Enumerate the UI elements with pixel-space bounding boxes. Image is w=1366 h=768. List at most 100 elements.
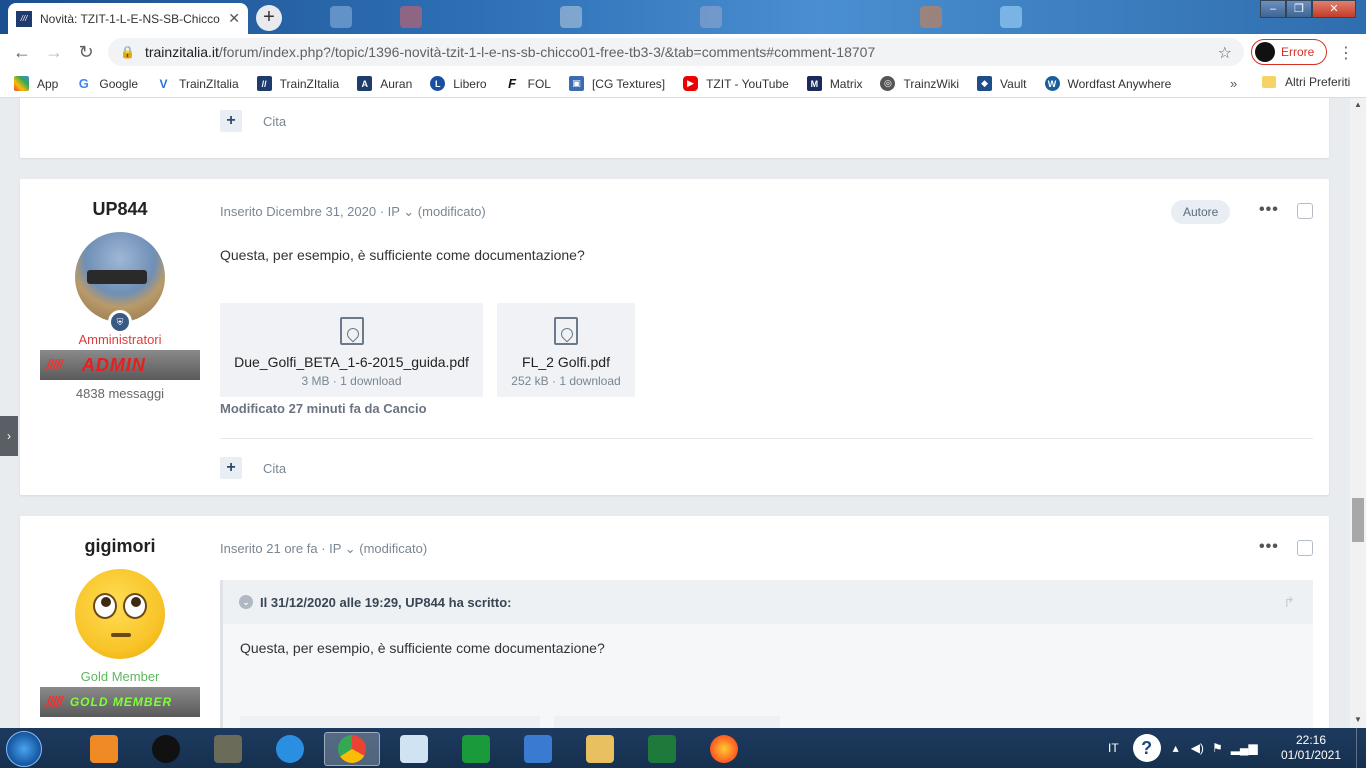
bookmark-trainzitalia-2[interactable]: // TrainZItalia bbox=[256, 76, 339, 91]
scroll-up-icon[interactable]: ▲ bbox=[1354, 100, 1362, 109]
libero-icon: L bbox=[430, 76, 446, 91]
quote-label[interactable]: Cita bbox=[263, 461, 286, 476]
hp-icon[interactable] bbox=[138, 732, 194, 766]
close-icon[interactable]: ✕ bbox=[228, 10, 240, 27]
divider bbox=[220, 438, 1313, 439]
quoted-attachment[interactable] bbox=[240, 716, 540, 728]
bookmark-trainzitalia[interactable]: V TrainZItalia bbox=[156, 76, 239, 91]
chevron-up-icon[interactable]: ▴ bbox=[1173, 741, 1179, 755]
start-button[interactable] bbox=[6, 731, 42, 767]
rank-image: /////ADMIN bbox=[40, 350, 200, 380]
taskbar: IT ? ▴ ◀) ⚑ ▂▄▆ 22:16 01/01/2021 bbox=[0, 728, 1366, 768]
post-meta[interactable]: Inserito 21 ore fa · IP ⌄ (modificato) bbox=[220, 541, 427, 557]
previous-post-card: + Cita bbox=[20, 98, 1329, 158]
apps-grid-icon bbox=[14, 76, 29, 91]
attachment[interactable]: FL_2 Golfi.pdf 252 kB · 1 download bbox=[497, 303, 635, 397]
cube-icon: ▣ bbox=[568, 76, 584, 91]
more-bookmarks-button[interactable]: » bbox=[1230, 76, 1237, 91]
select-post-checkbox[interactable] bbox=[1297, 203, 1313, 219]
share-arrow-icon[interactable]: ↱ bbox=[1283, 594, 1295, 611]
transfer-icon[interactable] bbox=[634, 732, 690, 766]
author-panel: UP844 ⛨ Amministratori /////ADMIN 4838 m… bbox=[20, 199, 220, 401]
maximize-button[interactable]: ❐ bbox=[1286, 0, 1312, 18]
avatar bbox=[1255, 42, 1275, 62]
desktop-icon bbox=[560, 6, 582, 28]
address-bar[interactable]: 🔒 trainzitalia.it/forum/index.php?/topic… bbox=[108, 38, 1244, 66]
bookmark-matrix[interactable]: M Matrix bbox=[806, 76, 863, 91]
bookmark-star-icon[interactable]: ☆ bbox=[1218, 43, 1232, 63]
plus-icon[interactable]: + bbox=[220, 457, 242, 479]
more-options-icon[interactable]: ••• bbox=[1259, 201, 1279, 219]
bookmark-wordfast[interactable]: W Wordfast Anywhere bbox=[1044, 76, 1171, 91]
media-player-icon[interactable] bbox=[76, 732, 132, 766]
bookmark-vault[interactable]: ◆ Vault bbox=[977, 76, 1027, 91]
avatar[interactable]: ⛨ bbox=[75, 232, 165, 334]
help-icon[interactable]: ? bbox=[1132, 734, 1161, 762]
profile-error-button[interactable]: Errore bbox=[1251, 39, 1327, 65]
bookmark-youtube[interactable]: ▶ TZIT - YouTube bbox=[683, 76, 789, 91]
feather-icon[interactable] bbox=[510, 732, 566, 766]
internet-explorer-icon[interactable] bbox=[262, 732, 318, 766]
bookmark-libero[interactable]: L Libero bbox=[430, 76, 487, 91]
attachment[interactable]: Due_Golfi_BETA_1-6-2015_guida.pdf 3 MB ·… bbox=[220, 303, 483, 397]
new-tab-button[interactable]: + bbox=[256, 5, 282, 31]
profile-status: Errore bbox=[1281, 45, 1315, 59]
bookmark-google[interactable]: G Google bbox=[76, 76, 138, 91]
scroll-thumb[interactable] bbox=[1352, 498, 1364, 542]
author-name[interactable]: UP844 bbox=[20, 199, 220, 220]
avatar[interactable] bbox=[75, 569, 165, 659]
browser-tab[interactable]: /// Novità: TZIT-1-L-E-NS-SB-Chicco ✕ bbox=[8, 3, 248, 34]
author-name[interactable]: gigimori bbox=[20, 536, 220, 557]
bookmark-cg-textures[interactable]: ▣ [CG Textures] bbox=[568, 76, 665, 91]
author-panel: gigimori Gold Member /////GOLD MEMBER bbox=[20, 536, 220, 717]
quote-action[interactable]: + Cita bbox=[220, 110, 286, 132]
bookmark-fol[interactable]: F FOL bbox=[505, 76, 551, 91]
lock-icon[interactable]: 🔒 bbox=[120, 45, 135, 59]
notes-icon[interactable] bbox=[386, 732, 442, 766]
quote-label[interactable]: Cita bbox=[263, 114, 286, 129]
language-indicator[interactable]: IT bbox=[1108, 741, 1119, 755]
trainzitalia-favicon-icon: /// bbox=[16, 10, 32, 27]
bookmark-label: Google bbox=[99, 76, 139, 91]
bookmark-label: FOL bbox=[527, 76, 551, 91]
post-meta[interactable]: Inserito Dicembre 31, 2020 · IP ⌄ (modif… bbox=[220, 204, 486, 220]
bookmark-apps[interactable]: App bbox=[14, 76, 58, 91]
flag-icon[interactable]: ⚑ bbox=[1212, 741, 1223, 755]
bookmark-trainzwiki[interactable]: ◎ TrainzWiki bbox=[880, 76, 959, 91]
more-options-icon[interactable]: ••• bbox=[1259, 538, 1279, 556]
plus-icon[interactable]: + bbox=[220, 110, 242, 132]
chevron-down-icon[interactable]: ⌄ bbox=[239, 595, 253, 609]
back-button[interactable]: ← bbox=[6, 42, 38, 63]
quoted-post: ⌄ Il 31/12/2020 alle 19:29, UP844 ha scr… bbox=[220, 580, 1313, 728]
bookmark-label: Matrix bbox=[829, 76, 863, 91]
chrome-icon[interactable] bbox=[324, 732, 380, 766]
select-post-checkbox[interactable] bbox=[1297, 540, 1313, 556]
menu-icon[interactable]: ⋮ bbox=[1338, 43, 1354, 63]
quote-action[interactable]: + Cita bbox=[220, 457, 286, 479]
scroll-down-icon[interactable]: ▼ bbox=[1354, 715, 1362, 724]
page-scrollbar[interactable]: ▲ ▼ bbox=[1350, 98, 1366, 728]
desktop-icon bbox=[400, 6, 422, 28]
reload-button[interactable]: ↻ bbox=[70, 42, 102, 63]
firefox-icon[interactable] bbox=[696, 732, 752, 766]
show-desktop-button[interactable] bbox=[1356, 728, 1366, 768]
bookmark-label: Libero bbox=[453, 76, 487, 91]
other-bookmarks[interactable]: Altri Preferiti bbox=[1262, 75, 1350, 89]
far-manager-icon[interactable] bbox=[448, 732, 504, 766]
minimize-button[interactable]: – bbox=[1260, 0, 1286, 18]
eye-icon bbox=[123, 593, 147, 619]
bookmark-label: Vault bbox=[1000, 76, 1027, 91]
post-text: Questa, per esempio, è sufficiente come … bbox=[220, 247, 585, 263]
folder-icon[interactable] bbox=[572, 732, 628, 766]
clock[interactable]: 22:16 01/01/2021 bbox=[1280, 733, 1342, 763]
bookmark-auran[interactable]: A Auran bbox=[357, 76, 412, 91]
station-icon[interactable] bbox=[200, 732, 256, 766]
post-card: gigimori Gold Member /////GOLD MEMBER In… bbox=[20, 516, 1329, 728]
quote-header[interactable]: ⌄ Il 31/12/2020 alle 19:29, UP844 ha scr… bbox=[223, 580, 1313, 624]
close-window-button[interactable]: ✕ bbox=[1312, 0, 1356, 18]
volume-icon[interactable]: ◀) bbox=[1191, 741, 1204, 755]
forward-button[interactable]: → bbox=[38, 42, 70, 63]
side-panel-toggle[interactable]: › bbox=[0, 416, 18, 456]
quoted-attachment[interactable] bbox=[554, 716, 780, 728]
network-icon[interactable]: ▂▄▆ bbox=[1231, 741, 1258, 755]
